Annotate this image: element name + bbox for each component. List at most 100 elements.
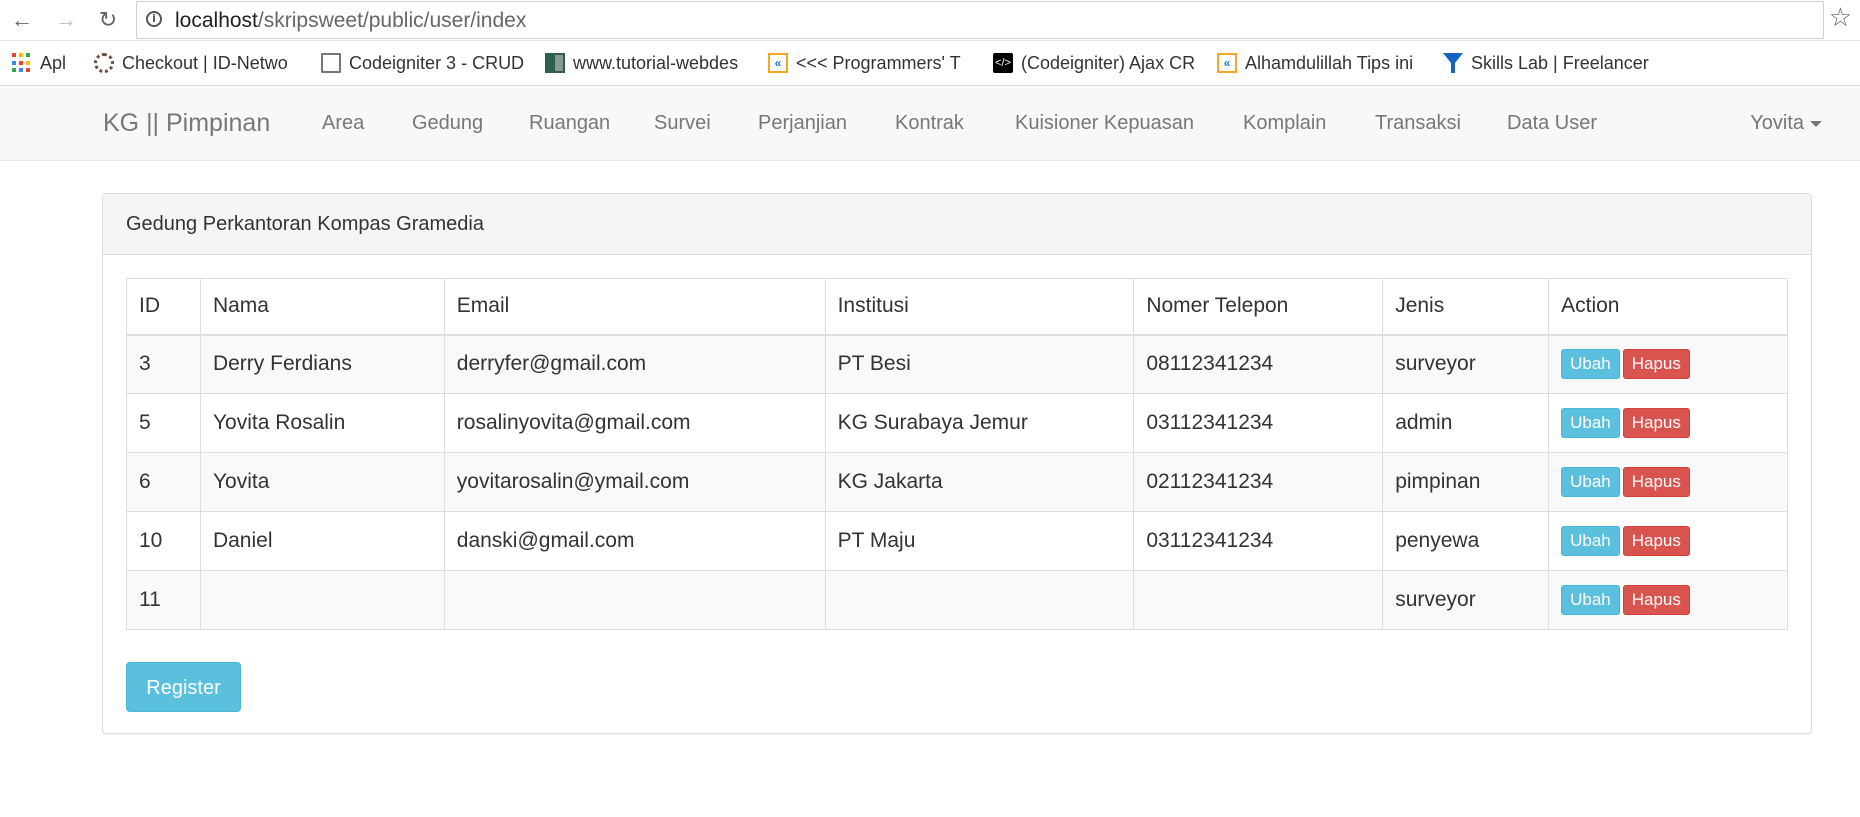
bookmark-apps[interactable]: Apl (12, 41, 74, 85)
cell-email: rosalinyovita@gmail.com (443, 393, 826, 453)
table-row: 6 Yovita yovitarosalin@ymail.com KG Jaka… (126, 452, 1788, 512)
cell-institusi: KG Surabaya Jemur (824, 393, 1135, 453)
browser-address-bar: ← → ↻ i localhost/skripsweet/public/user… (0, 0, 1860, 41)
user-panel: Gedung Perkantoran Kompas Gramedia ID Na… (102, 193, 1812, 734)
cell-id: 11 (126, 570, 201, 630)
delete-button[interactable]: Hapus (1622, 408, 1690, 438)
k-logo-icon: « (768, 53, 788, 73)
delete-button[interactable]: Hapus (1622, 467, 1690, 497)
table-row: 11 surveyor Ubah Hapus (126, 570, 1788, 630)
cell-id: 3 (126, 334, 201, 394)
site-grid-icon (545, 53, 565, 73)
user-table: ID Nama Email Institusi Nomer Telepon Je… (126, 278, 1788, 630)
cell-jenis: penyewa (1382, 511, 1550, 571)
nav-transaksi[interactable]: Transaksi (1375, 86, 1461, 160)
document-icon (321, 53, 341, 73)
cell-telepon: 08112341234 (1133, 334, 1384, 394)
bookmark-label: (Codeigniter) Ajax CR (1021, 52, 1196, 73)
nav-ruangan[interactable]: Ruangan (529, 86, 610, 160)
cell-institusi: KG Jakarta (824, 452, 1135, 512)
edit-button[interactable]: Ubah (1561, 349, 1620, 380)
nav-area[interactable]: Area (322, 86, 364, 160)
bookmark-label: Skills Lab | Freelancer (1471, 52, 1649, 73)
column-header-institusi: Institusi (824, 278, 1135, 336)
cell-institusi: PT Maju (824, 511, 1135, 571)
column-header-id: ID (126, 278, 201, 336)
cell-telepon: 03112341234 (1133, 511, 1384, 571)
bookmarks-bar: Apl Checkout | ID-Netwo Codeigniter 3 - … (0, 41, 1860, 86)
cell-nama: Yovita Rosalin (199, 393, 445, 453)
k-logo-icon: « (1217, 53, 1237, 73)
bookmark-label: Checkout | ID-Netwo (122, 52, 288, 73)
cell-id: 10 (126, 511, 201, 571)
cell-jenis: surveyor (1382, 570, 1550, 630)
cell-institusi (824, 570, 1135, 630)
cell-action: Ubah Hapus (1548, 334, 1788, 394)
cell-jenis: admin (1382, 393, 1550, 453)
cell-telepon (1133, 570, 1384, 630)
table-row: 5 Yovita Rosalin rosalinyovita@gmail.com… (126, 393, 1788, 453)
bookmark-label: Apl (40, 52, 67, 73)
bookmark-label: <<< Programmers' T (796, 52, 961, 73)
register-button[interactable]: Register (126, 662, 241, 712)
app-navbar: KG || Pimpinan Area Gedung Ruangan Surve… (0, 86, 1860, 161)
bookmark-tutorial-webdes[interactable]: www.tutorial-webdes (545, 41, 750, 85)
code-icon: </> (993, 53, 1013, 73)
cell-email: yovitarosalin@ymail.com (443, 452, 826, 512)
cell-jenis: surveyor (1382, 334, 1550, 394)
bookmark-checkout[interactable]: Checkout | ID-Netwo (94, 41, 304, 85)
bookmark-skills-lab[interactable]: Skills Lab | Freelancer (1443, 41, 1663, 85)
forward-arrow-icon[interactable]: → (52, 6, 80, 34)
url-bar[interactable]: i localhost/skripsweet/public/user/index (136, 1, 1824, 39)
gear-icon (94, 53, 114, 73)
bookmark-label: Alhamdulillah Tips ini (1245, 52, 1414, 73)
reload-icon[interactable]: ↻ (94, 6, 122, 34)
bookmark-tips[interactable]: « Alhamdulillah Tips ini (1217, 41, 1422, 85)
nav-gedung[interactable]: Gedung (412, 86, 483, 160)
cell-action: Ubah Hapus (1548, 511, 1788, 571)
navbar-brand[interactable]: KG || Pimpinan (103, 86, 270, 160)
nav-data-user[interactable]: Data User (1507, 86, 1597, 160)
nav-perjanjian[interactable]: Perjanjian (758, 86, 847, 160)
edit-button[interactable]: Ubah (1561, 526, 1620, 556)
cell-email: danski@gmail.com (443, 511, 826, 571)
nav-kuisioner-kepuasan[interactable]: Kuisioner Kepuasan (1015, 86, 1194, 160)
back-arrow-icon[interactable]: ← (8, 6, 36, 34)
column-header-email: Email (443, 278, 826, 336)
nav-survei[interactable]: Survei (654, 86, 711, 160)
delete-button[interactable]: Hapus (1622, 526, 1690, 556)
delete-button[interactable]: Hapus (1622, 349, 1690, 380)
cell-nama: Yovita (199, 452, 445, 512)
nav-kontrak[interactable]: Kontrak (895, 86, 964, 160)
bookmark-codeigniter-crud[interactable]: Codeigniter 3 - CRUD (321, 41, 526, 85)
column-header-jenis: Jenis (1382, 278, 1550, 336)
table-row: 3 Derry Ferdians derryfer@gmail.com PT B… (126, 334, 1788, 394)
edit-button[interactable]: Ubah (1561, 467, 1620, 497)
cell-action: Ubah Hapus (1548, 570, 1788, 630)
bookmark-ajax-crud[interactable]: </> (Codeigniter) Ajax CR (993, 41, 1198, 85)
bookmark-star-icon[interactable]: ☆ (1829, 2, 1852, 33)
cell-nama: Daniel (199, 511, 445, 571)
delete-button[interactable]: Hapus (1622, 585, 1690, 615)
caret-down-icon (1810, 120, 1822, 127)
cell-id: 6 (126, 452, 201, 512)
edit-button[interactable]: Ubah (1561, 585, 1620, 615)
nav-komplain[interactable]: Komplain (1243, 86, 1326, 160)
info-icon[interactable]: i (146, 11, 162, 27)
url-text[interactable]: localhost/skripsweet/public/user/index (175, 9, 526, 33)
cell-institusi: PT Besi (824, 334, 1135, 394)
cell-action: Ubah Hapus (1548, 393, 1788, 453)
edit-button[interactable]: Ubah (1561, 408, 1620, 438)
cell-telepon: 03112341234 (1133, 393, 1384, 453)
bookmark-programmers[interactable]: « <<< Programmers' T (768, 41, 978, 85)
bookmark-label: Codeigniter 3 - CRUD (349, 52, 525, 73)
column-header-nama: Nama (199, 278, 445, 336)
bookmark-label: www.tutorial-webdes (573, 52, 739, 73)
cell-email (443, 570, 826, 630)
panel-title: Gedung Perkantoran Kompas Gramedia (103, 194, 1811, 255)
cell-nama (199, 570, 445, 630)
column-header-action: Action (1548, 278, 1788, 336)
user-menu[interactable]: Yovita (1750, 86, 1822, 160)
column-header-telepon: Nomer Telepon (1133, 278, 1384, 336)
cell-id: 5 (126, 393, 201, 453)
